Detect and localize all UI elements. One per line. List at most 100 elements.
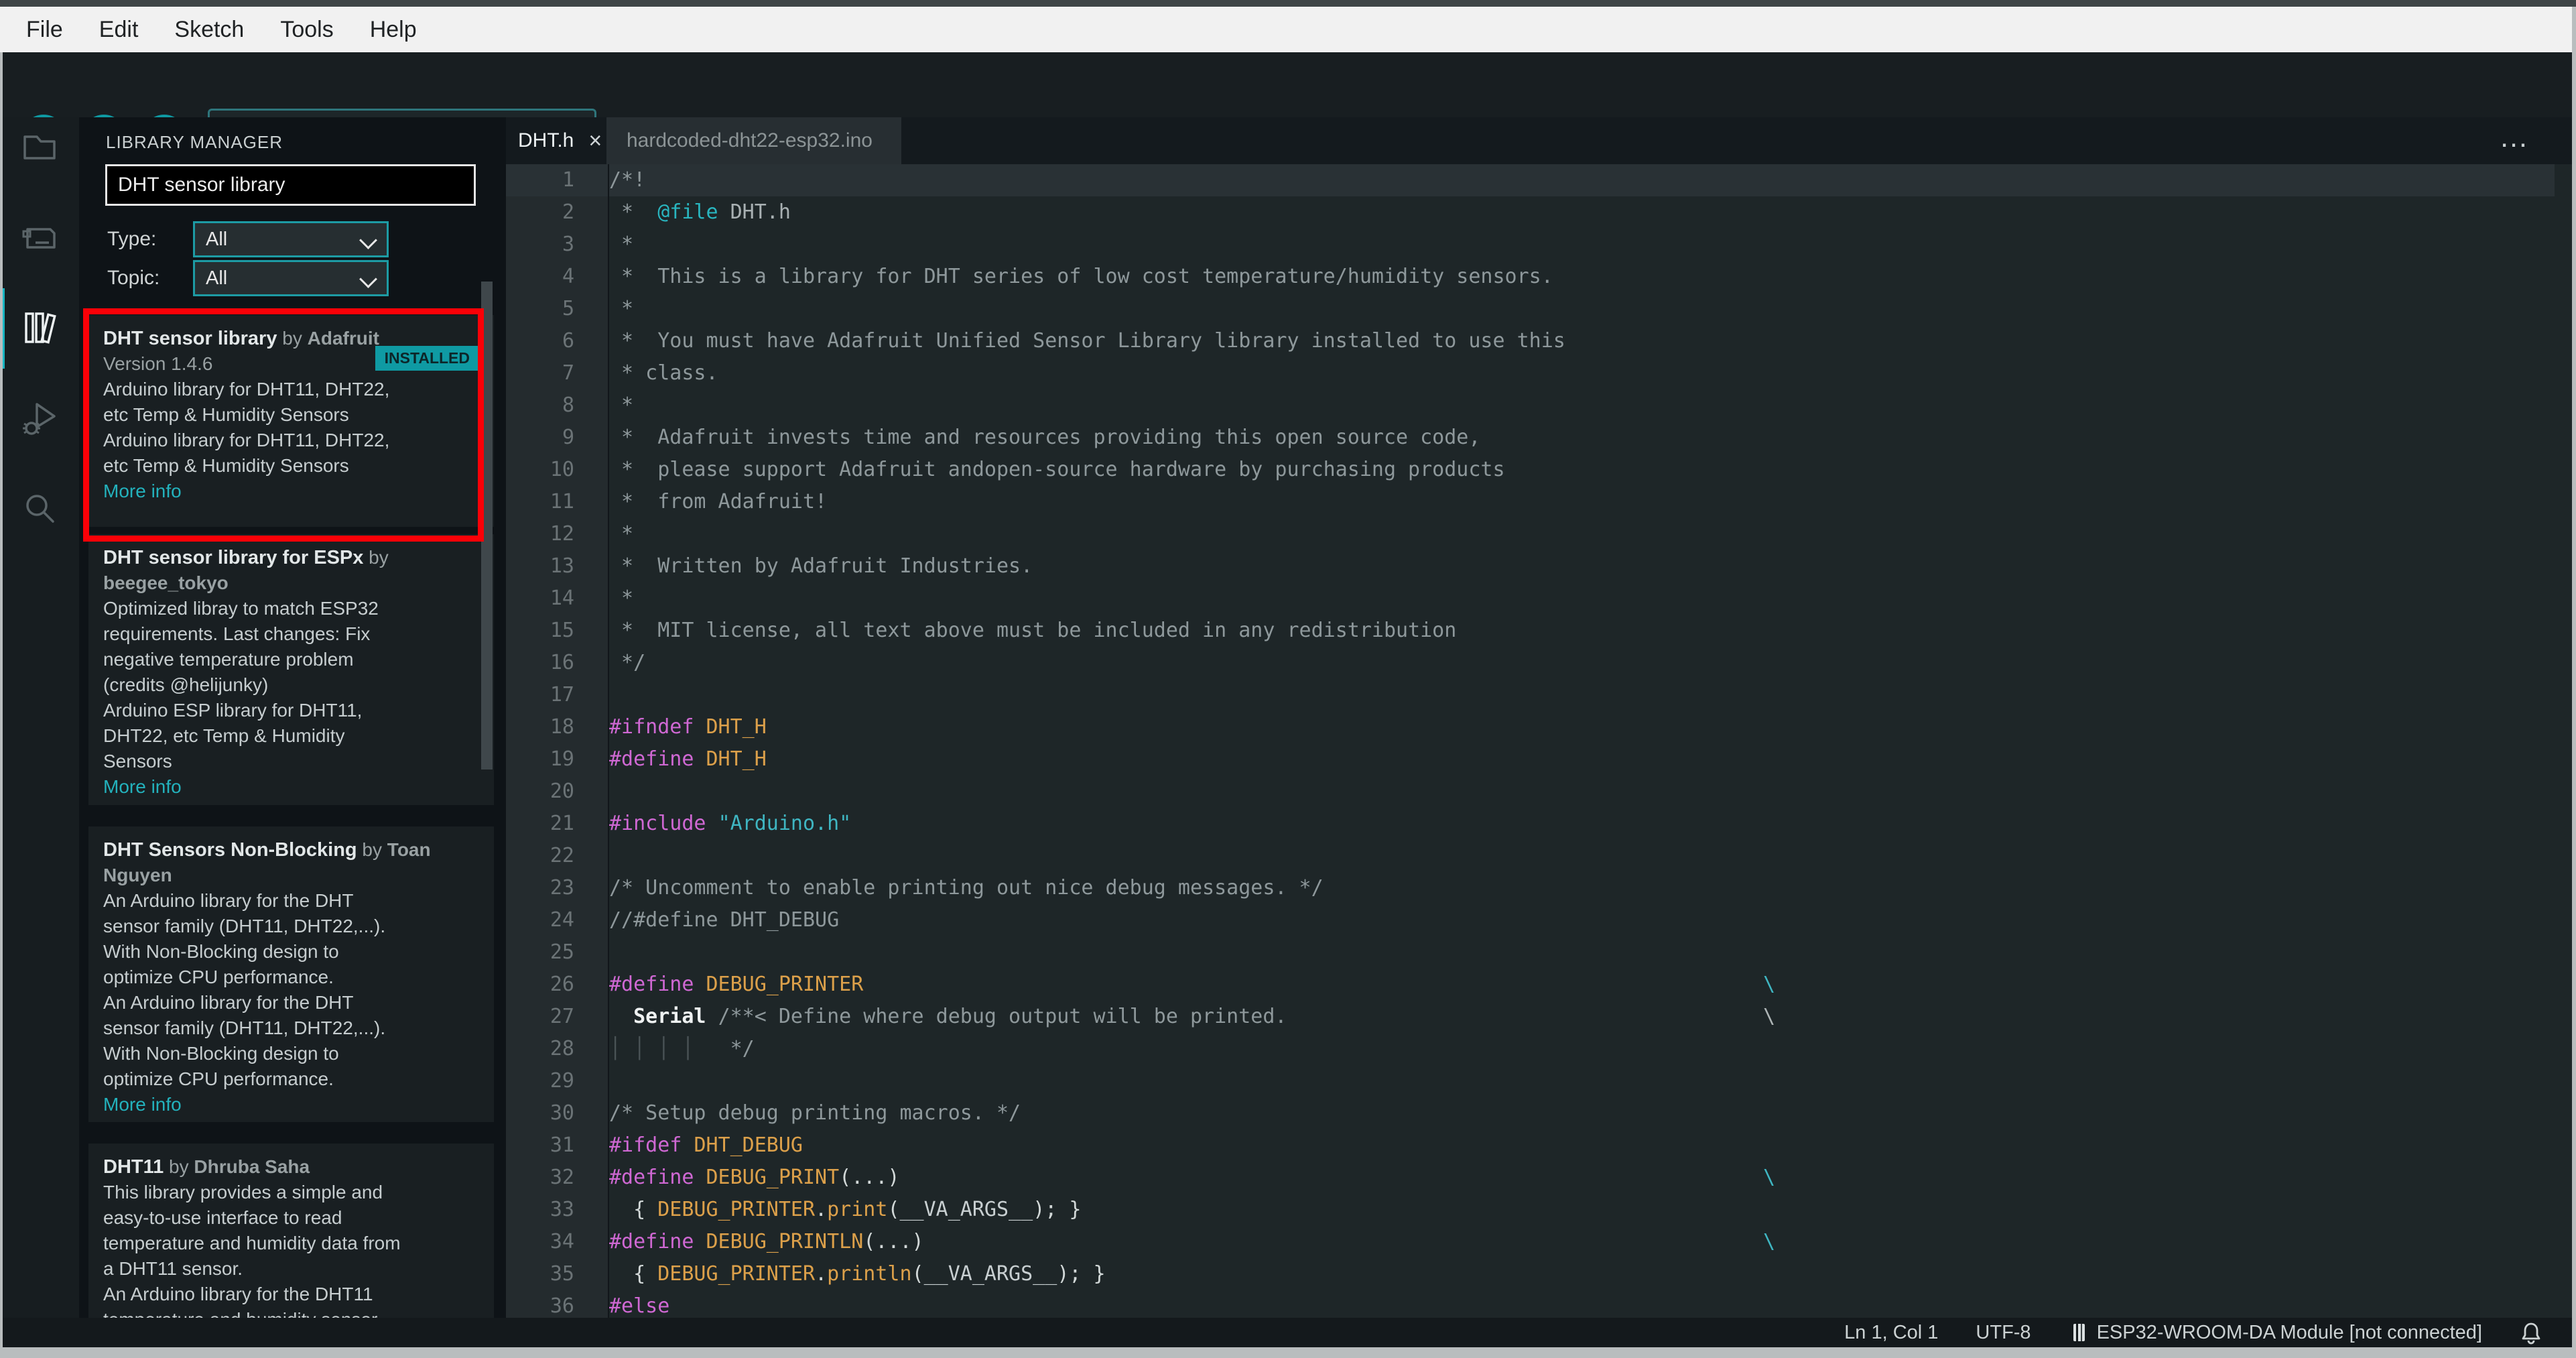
- code-segment-cm: * Adafruit invests time and resources pr…: [609, 426, 1481, 449]
- sidebar-item-library-manager[interactable]: [19, 308, 60, 349]
- line-number: 28: [550, 1037, 574, 1060]
- code-segment-txt: [706, 1005, 718, 1028]
- menu-item-sketch[interactable]: Sketch: [156, 7, 262, 52]
- tab-label: DHT.h: [518, 129, 574, 151]
- code-segment-txt: [609, 1005, 633, 1028]
- sidebar-item-boards-manager[interactable]: [19, 218, 60, 258]
- line-number: 36: [550, 1294, 574, 1318]
- tab-overflow-button[interactable]: …: [2499, 117, 2532, 158]
- code-segment-arg: __VA_ARGS__: [899, 1198, 1033, 1221]
- code-line: * Adafruit invests time and resources pr…: [609, 422, 2555, 454]
- line-number: 33: [550, 1198, 574, 1221]
- entry-title: DHT Sensors Non-Blocking by Toan Nguyen: [103, 837, 479, 888]
- menu-bar: File Edit Sketch Tools Help: [0, 7, 2576, 52]
- line-number: 19: [550, 747, 574, 771]
- code-segment-bs: \: [1763, 1166, 1776, 1189]
- menu-item-tools[interactable]: Tools: [262, 7, 351, 52]
- code-segment-kw: #define: [609, 1166, 694, 1189]
- list-item-library-entry[interactable]: DHT11 by Dhruba Saha This library provide…: [88, 1144, 494, 1318]
- toolbar: ESP32-WROOM-DA Module ▼: [0, 52, 2576, 159]
- tab-hardcoded-dht22-esp32.ino[interactable]: hardcoded-dht22-esp32.ino: [606, 117, 901, 164]
- tab-DHT.h[interactable]: DHT.h ×: [506, 117, 606, 164]
- entry-description-line: With Non-Blocking design to: [103, 941, 339, 962]
- code-line: * please support Adafruit andopen-source…: [609, 454, 2555, 486]
- list-item-library-entry[interactable]: DHT sensor library for ESPx by beegee_to…: [88, 534, 494, 805]
- code-segment-gd: │ │ │ │: [609, 1037, 694, 1060]
- line-number: 23: [550, 876, 574, 900]
- code-line: { DEBUG_PRINTER.println(__VA_ARGS__); }: [609, 1258, 2555, 1290]
- code-line: * @file DHT.h: [609, 196, 2555, 229]
- bell-icon[interactable]: [2520, 1320, 2542, 1345]
- line-number: 18: [550, 715, 574, 739]
- code-editor[interactable]: 1 2 3 4 5 6 7 8 9 10 11 12 13 14 15 16 17 18 19 20 21 22 23 24 2…: [506, 164, 2572, 1318]
- code-segment-txt: [694, 1166, 706, 1189]
- close-icon[interactable]: ×: [588, 128, 602, 154]
- line-number: 16: [550, 651, 574, 674]
- list-item-library-entry[interactable]: DHT Sensors Non-Blocking by Toan Nguyen A…: [88, 826, 494, 1122]
- arduino-ide-window: File Edit Sketch Tools Help … DHT.h × ha…: [0, 0, 2576, 1358]
- code-line: #else: [609, 1290, 2555, 1318]
- window-border-left: [0, 52, 3, 1358]
- more-info-link[interactable]: More info: [103, 774, 479, 800]
- code-content: /*! * @file DHT.h * * This is a library …: [609, 164, 2555, 1318]
- code-segment-cm: *: [609, 200, 658, 224]
- code-segment-cm: /* Uncomment to enable printing out nice…: [609, 876, 1324, 900]
- code-segment-cm: *: [609, 587, 634, 610]
- code-segment-bsg: \: [1763, 1005, 1776, 1028]
- code-segment-cm: *: [609, 297, 634, 320]
- line-number: 15: [550, 619, 574, 642]
- code-line: *: [609, 582, 2555, 615]
- library-manager-panel: LIBRARY MANAGER Type: All Topic: All DHT…: [79, 117, 506, 1318]
- line-number: 22: [550, 844, 574, 867]
- entry-title: DHT sensor library for ESPx by beegee_to…: [103, 545, 479, 596]
- code-segment-cm: * MIT license, all text above must be in…: [609, 619, 1457, 642]
- line-number: 21: [550, 812, 574, 835]
- code-segment-txt: .: [815, 1262, 828, 1286]
- menu-item-edit[interactable]: Edit: [81, 7, 157, 52]
- code-line: Serial /**< Define where debug output wi…: [609, 1001, 2555, 1033]
- code-segment-txt: ); }: [1057, 1262, 1106, 1286]
- code-segment-txt: [694, 1230, 706, 1253]
- status-bar: Ln 1, Col 1 UTF-8 ESP32-WROOM-DA Module …: [0, 1318, 2576, 1347]
- code-line: * class.: [609, 357, 2555, 389]
- entry-description-line: optimize CPU performance.: [103, 1068, 334, 1089]
- entry-author: beegee_tokyo: [103, 572, 229, 593]
- sidebar-item-debug[interactable]: [19, 399, 60, 439]
- menu-item-file[interactable]: File: [8, 7, 81, 52]
- more-info-link[interactable]: More info: [103, 1092, 479, 1117]
- search-icon: [26, 495, 54, 523]
- folder-icon: [23, 135, 56, 160]
- board-icon: [22, 228, 56, 249]
- code-segment-doc: @file: [657, 200, 718, 224]
- code-line: * This is a library for DHT series of lo…: [609, 261, 2555, 293]
- status-board-info[interactable]: ESP32-WROOM-DA Module [not connected]: [2069, 1320, 2482, 1345]
- entry-description-line: An Arduino library for the DHT: [103, 890, 354, 911]
- entry-description-line: optimize CPU performance.: [103, 967, 334, 987]
- code-line: *: [609, 293, 2555, 325]
- entry-description-line: With Non-Blocking design to: [103, 1043, 339, 1064]
- code-segment-mac: DEBUG_PRINTER: [706, 973, 864, 996]
- code-segment-cm: */: [694, 1037, 755, 1060]
- code-segment-cm: * Written by Adafruit Industries.: [609, 554, 1033, 578]
- cursor-position[interactable]: Ln 1, Col 1: [1844, 1322, 1938, 1344]
- line-number: 2: [562, 200, 574, 224]
- code-segment-cm: * please support Adafruit andopen-source…: [609, 458, 1505, 481]
- code-line: *: [609, 518, 2555, 550]
- editor-scrollbar[interactable]: [2556, 164, 2572, 553]
- entry-description-line: temperature and humidity data from: [103, 1233, 401, 1253]
- entry-description-line: Optimized libray to match ESP32: [103, 598, 379, 619]
- line-number: 10: [550, 458, 574, 481]
- line-number: 24: [550, 908, 574, 932]
- debug-icon: [23, 403, 56, 435]
- sidebar-item-search[interactable]: [19, 489, 60, 530]
- entry-author: Dhruba Saha: [194, 1156, 310, 1177]
- menu-item-help[interactable]: Help: [352, 7, 435, 52]
- entry-by: by: [357, 839, 387, 860]
- sidebar-item-sketchbook[interactable]: [19, 127, 60, 168]
- code-segment-bs: \: [1763, 1230, 1776, 1253]
- highlight-box: [83, 308, 484, 542]
- code-segment-txt: [682, 1133, 694, 1157]
- line-number: 17: [550, 683, 574, 706]
- code-line: #ifndef DHT_H: [609, 711, 2555, 743]
